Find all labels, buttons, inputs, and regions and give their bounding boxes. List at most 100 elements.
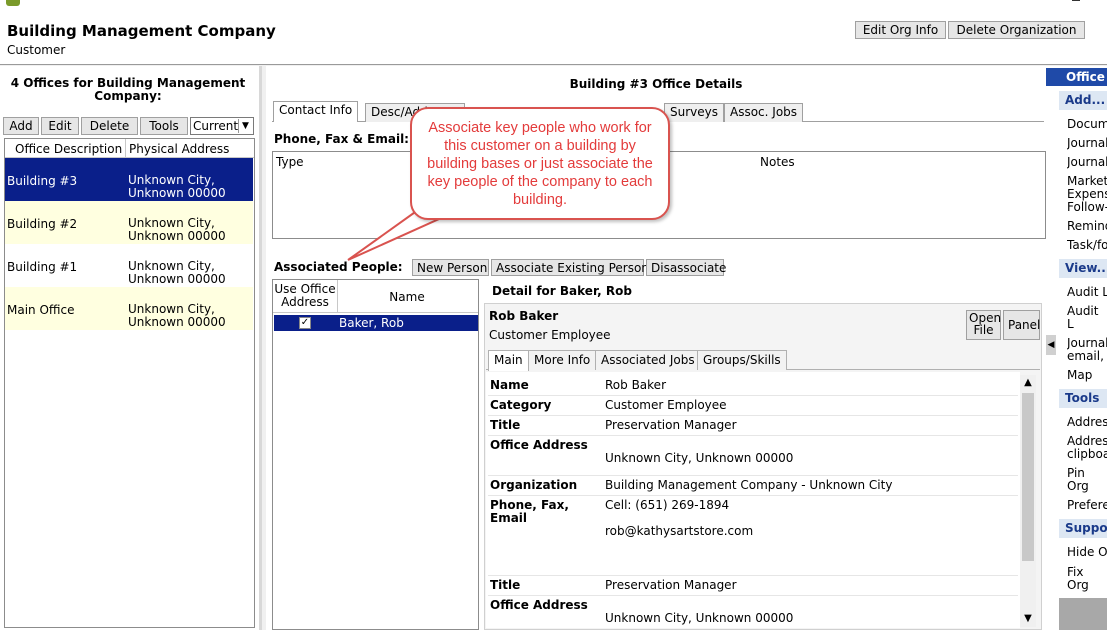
sidebar-support-header[interactable]: Suppo — [1059, 519, 1107, 538]
column-name[interactable]: Name — [337, 290, 477, 304]
sidebar-item-hide-org[interactable]: Hide Or — [1067, 546, 1107, 559]
tab-associated-jobs[interactable]: Associated Jobs — [595, 350, 701, 370]
tab-more-info[interactable]: More Info — [528, 350, 597, 370]
column-physical-address[interactable]: Physical Address — [129, 142, 229, 156]
offices-panel: 4 Offices for Building Management Compan… — [0, 66, 262, 630]
disassociate-button[interactable]: Disassociate — [646, 259, 726, 276]
sidebar-item-journal-email[interactable]: Journal email, — [1067, 337, 1107, 363]
field-divider — [488, 475, 1018, 476]
category-label: Category — [490, 398, 552, 412]
sidebar-item-audit-log[interactable]: Audit L — [1067, 286, 1107, 299]
name-value: Rob Baker — [605, 378, 666, 392]
add-office-button[interactable]: Add — [3, 117, 39, 135]
office-row[interactable]: Building #2 Unknown City, Unknown 00000 — [5, 201, 253, 244]
scrollbar-thumb[interactable] — [1022, 393, 1034, 561]
delete-org-button[interactable]: Delete Organization — [948, 21, 1085, 39]
sidebar-footer — [1059, 598, 1107, 630]
scroll-down-icon[interactable]: ▼ — [1020, 611, 1036, 627]
annotation-callout: Associate key people who work for this c… — [410, 107, 670, 220]
sidebar-tools-header[interactable]: Tools — [1059, 389, 1107, 408]
office-row[interactable]: Building #1 Unknown City, Unknown 00000 — [5, 244, 253, 287]
tools-button[interactable]: Tools — [140, 117, 188, 135]
chevron-down-icon: ▼ — [238, 119, 252, 133]
offices-table-header: Office Description Physical Address — [5, 139, 254, 158]
open-file-button[interactable]: Open File — [966, 310, 1001, 340]
office-address: Unknown City, Unknown 00000 — [128, 259, 226, 286]
tab-main[interactable]: Main — [488, 350, 529, 371]
email-value[interactable]: rob@kathysartstore.com — [605, 525, 753, 538]
person-name-heading: Rob Baker — [489, 309, 559, 323]
sidebar-item-map[interactable]: Map — [1067, 369, 1107, 382]
office-description: Building #3 — [7, 174, 78, 188]
sidebar-item-journal[interactable]: Journal — [1067, 156, 1107, 169]
office-address2-label: Office Address — [490, 598, 588, 612]
phone-section-label: Phone, Fax & Email: — [274, 132, 409, 146]
field-divider — [488, 495, 1018, 496]
use-office-address-checkbox[interactable]: ✓ — [299, 317, 311, 329]
sidebar-item-fix-org-bridge[interactable]: Fix Org Bridge — [1067, 566, 1107, 592]
person-row[interactable]: ✓ Baker, Rob — [274, 315, 478, 331]
sidebar-item-marketing[interactable]: Market Expens Follow- — [1067, 175, 1107, 214]
sidebar-item-audit-log-company[interactable]: Audit L Compa — [1067, 305, 1107, 331]
sidebar-item-task[interactable]: Task/fo — [1067, 239, 1107, 252]
sidebar-item-document[interactable]: Docum — [1067, 118, 1107, 131]
field-divider — [488, 415, 1018, 416]
sidebar-item-journal[interactable]: Journal — [1067, 137, 1107, 150]
scroll-up-icon[interactable]: ▲ — [1020, 375, 1036, 391]
organization-value: Building Management Company - Unknown Ci… — [605, 478, 893, 492]
organization-label: Organization — [490, 478, 578, 492]
offices-title: 4 Offices for Building Management Compan… — [10, 76, 246, 103]
office-address-value: Unknown City, Unknown 00000 — [605, 451, 794, 465]
office-description: Main Office — [7, 303, 75, 317]
office-row[interactable]: Main Office Unknown City, Unknown 00000 — [5, 287, 253, 330]
sidebar-office-header[interactable]: Office — [1046, 68, 1107, 86]
office-filter-select[interactable]: Current ▼ — [190, 117, 254, 135]
phone-value: Cell: (651) 269-1894 — [605, 498, 730, 512]
column-divider — [125, 139, 126, 158]
sidebar-item-reminder[interactable]: Remind — [1067, 220, 1107, 233]
phone-label: Phone, Fax, Email — [490, 498, 569, 525]
column-office-description[interactable]: Office Description — [15, 142, 122, 156]
sidebar-item-pin-org-homepage[interactable]: Pin Org Homep — [1067, 467, 1107, 493]
column-notes[interactable]: Notes — [760, 155, 795, 169]
office-details-title: Building #3 Office Details — [569, 77, 743, 91]
window-control-icon[interactable] — [1072, 0, 1080, 1]
office-address-label: Office Address — [490, 438, 588, 452]
title-value: Preservation Manager — [605, 418, 737, 432]
field-divider — [488, 435, 1018, 436]
sidebar-item-address-clipboard[interactable]: Addres clipboa — [1067, 435, 1107, 461]
edit-org-button[interactable]: Edit Org Info — [855, 21, 946, 39]
detail-scrollbar[interactable]: ▲ ▼ — [1020, 375, 1036, 627]
offices-table: Office Description Physical Address Buil… — [4, 138, 255, 628]
column-type[interactable]: Type — [276, 155, 304, 169]
title-label: Title — [490, 418, 521, 432]
tab-assoc-jobs[interactable]: Assoc. Jobs — [724, 103, 804, 122]
sidebar-item-preferences[interactable]: Prefere — [1067, 499, 1107, 512]
delete-office-button[interactable]: Delete — [81, 117, 138, 135]
collapse-sidebar-icon[interactable]: ◀ — [1046, 335, 1056, 355]
panel-button[interactable]: Panel — [1003, 310, 1040, 340]
title2-label: Title — [490, 578, 521, 592]
office-filter-value: Current — [193, 119, 239, 133]
person-category-line: Customer Employee — [489, 328, 611, 342]
org-type: Customer — [7, 43, 66, 57]
people-table: Use Office Address Name ✓ Baker, Rob — [272, 279, 479, 630]
sidebar-item-address[interactable]: Addres — [1067, 416, 1107, 429]
associate-existing-person-button[interactable]: Associate Existing Person — [491, 259, 649, 276]
field-divider — [488, 575, 1018, 576]
person-name: Baker, Rob — [339, 316, 404, 330]
tab-groups-skills[interactable]: Groups/Skills — [697, 350, 787, 370]
field-divider — [488, 595, 1018, 596]
office-row[interactable]: Building #3 Unknown City, Unknown 00000 — [5, 158, 253, 201]
tab-contact-info[interactable]: Contact Info — [273, 101, 359, 122]
sidebar-view-header[interactable]: View... — [1059, 259, 1107, 278]
app-icon — [6, 0, 20, 6]
edit-office-button[interactable]: Edit — [41, 117, 79, 135]
tab-surveys[interactable]: Surveys — [664, 103, 724, 122]
sidebar-add-header[interactable]: Add... — [1059, 91, 1107, 110]
detail-header: Detail for Baker, Rob — [492, 284, 632, 298]
column-use-office-address[interactable]: Use Office Address — [274, 283, 336, 309]
header-divider — [273, 312, 478, 313]
office-address: Unknown City, Unknown 00000 — [128, 302, 226, 329]
office-address: Unknown City, Unknown 00000 — [128, 216, 226, 243]
